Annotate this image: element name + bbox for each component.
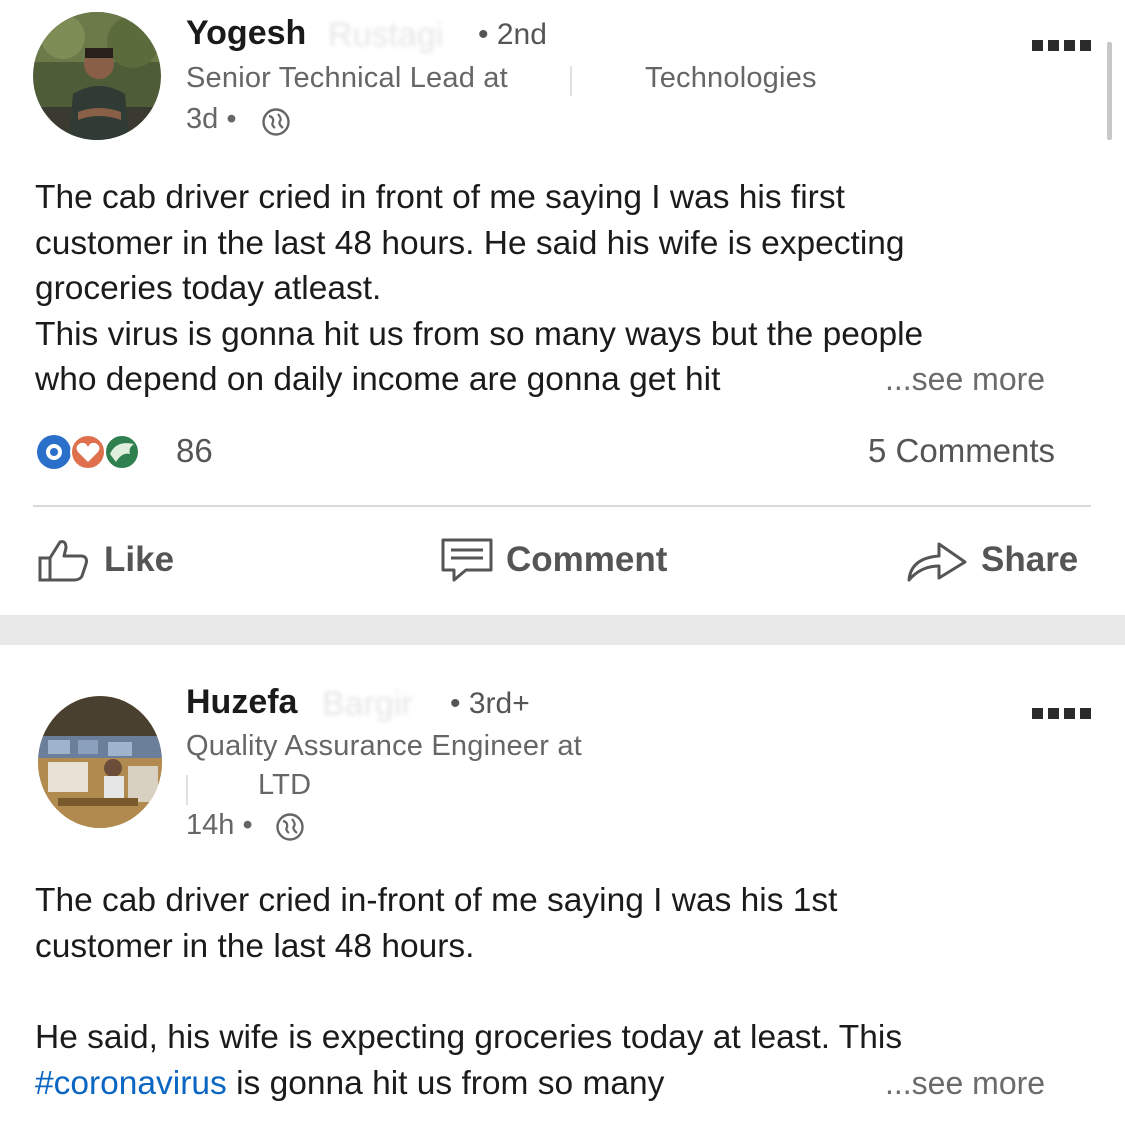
comment-label: Comment bbox=[506, 540, 668, 579]
author-headline: Quality Assurance Engineer at bbox=[186, 730, 582, 762]
post-time: 14h • bbox=[186, 809, 253, 841]
comments-count[interactable]: 5 Comments bbox=[868, 432, 1055, 470]
redacted-company-bar bbox=[570, 66, 572, 96]
connection-degree: • 2nd bbox=[478, 18, 547, 51]
author-headline: Senior Technical Lead at bbox=[186, 62, 508, 94]
author-name[interactable]: Yogesh bbox=[186, 14, 306, 53]
post-text-line: customer in the last 48 hours. bbox=[35, 928, 475, 965]
author-name[interactable]: Huzefa bbox=[186, 683, 297, 722]
post-text-line: #coronavirus is gonna hit us from so man… bbox=[35, 1061, 885, 1107]
post-text-line: The cab driver cried in-front of me sayi… bbox=[35, 882, 838, 919]
reaction-count[interactable]: 86 bbox=[176, 432, 213, 470]
comment-button[interactable]: Comment bbox=[440, 536, 667, 584]
see-more-link[interactable]: ...see more bbox=[885, 1065, 1045, 1102]
thumbs-up-icon bbox=[38, 540, 88, 582]
post-time: 3d • bbox=[186, 103, 237, 135]
author-last-name-redacted: Bargir bbox=[322, 685, 413, 723]
author-avatar[interactable] bbox=[33, 12, 161, 140]
author-headline-company: Technologies bbox=[645, 62, 817, 94]
see-more-link[interactable]: ...see more bbox=[885, 361, 1045, 398]
redacted-company-bar bbox=[186, 775, 188, 805]
hashtag-link[interactable]: #coronavirus bbox=[35, 1065, 227, 1102]
comment-icon bbox=[441, 538, 493, 582]
globe-icon bbox=[260, 106, 292, 143]
divider bbox=[33, 505, 1091, 507]
share-button[interactable]: Share bbox=[905, 536, 1078, 584]
avatar-photo bbox=[33, 12, 161, 140]
globe-icon bbox=[274, 811, 306, 848]
author-headline-company: LTD bbox=[258, 769, 312, 801]
scrollbar-thumb[interactable] bbox=[1107, 42, 1112, 140]
author-last-name-redacted: Rustagi bbox=[328, 16, 444, 54]
overflow-menu-icon[interactable] bbox=[1032, 40, 1091, 51]
overflow-menu-icon[interactable] bbox=[1032, 708, 1091, 719]
connection-degree: • 3rd+ bbox=[450, 687, 530, 720]
like-label: Like bbox=[104, 540, 175, 579]
share-arrow-icon bbox=[907, 542, 967, 582]
reaction-icons[interactable] bbox=[36, 432, 166, 472]
post-text-rest: is gonna hit us from so many bbox=[226, 1065, 665, 1102]
feed-separator bbox=[0, 615, 1125, 645]
post-text-line: He said, his wife is expecting groceries… bbox=[35, 1019, 903, 1056]
like-button[interactable]: Like bbox=[36, 536, 174, 584]
share-label: Share bbox=[981, 540, 1079, 579]
author-avatar[interactable] bbox=[38, 696, 162, 828]
avatar-photo bbox=[38, 696, 162, 828]
